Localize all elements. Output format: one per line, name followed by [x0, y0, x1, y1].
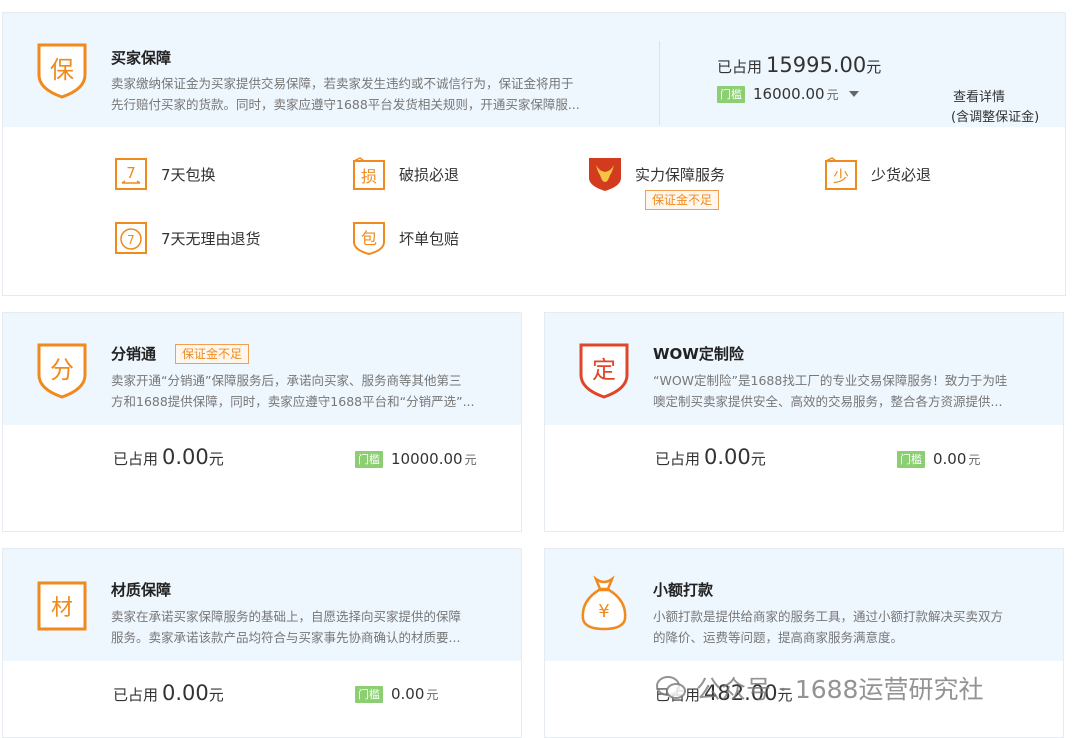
- bad-order-compensation-icon: 包: [353, 222, 385, 256]
- small-payment-card: ¥ 小额打款 小额打款是提供给商家的服务工具，通过小额打款解决买卖双方 的降价、…: [544, 548, 1064, 738]
- distribution-desc-1: 卖家开通“分销通”保障服务后，承诺向买家、服务商等其他第三: [111, 373, 462, 388]
- service-label: 破损必退: [399, 165, 460, 184]
- watermark-text: 公众号 · 1688运营研究社: [696, 675, 984, 704]
- distribution-desc-2: 方和1688提供保障，同时，卖家应遵守1688平台和“分销严选”...: [111, 394, 475, 409]
- shield-bao-icon: 保: [37, 43, 87, 99]
- strength-guarantee-icon: [589, 158, 621, 191]
- small-payment-desc-2: 的降价、运费等问题，提高商家服务满意度。: [653, 630, 904, 645]
- shield-char: 保: [50, 56, 74, 84]
- threshold-value: 0.00: [933, 450, 967, 468]
- occupied-value: 15995.00: [766, 53, 867, 77]
- threshold-unit: 元: [968, 452, 981, 467]
- occupied-label: 已占用: [113, 450, 159, 468]
- service-missing-goods-refund[interactable]: 少 少货必退: [823, 156, 931, 192]
- material-guarantee-card: 材 材质保障 卖家在承诺买家保障服务的基础上，自愿选择向买家提供的保障 服务。卖…: [2, 548, 522, 738]
- small-payment-title: 小额打款: [653, 581, 714, 599]
- threshold-unit: 元: [464, 452, 477, 467]
- missing-goods-refund-icon: 少: [825, 157, 857, 190]
- threshold-tag: 门槛: [355, 450, 383, 468]
- buyer-protection-title: 买家保障: [111, 49, 172, 67]
- distribution-title: 分销通: [111, 345, 157, 363]
- service-7-days-return[interactable]: 7 7天无理由退货: [113, 220, 261, 256]
- material-guarantee-title: 材质保障: [111, 581, 172, 599]
- watermark: 公众号 · 1688运营研究社: [656, 670, 983, 706]
- threshold-selector[interactable]: 门槛 16000.00 元: [717, 85, 859, 103]
- service-label: 7天包换: [161, 165, 216, 184]
- svg-text:损: 损: [361, 167, 377, 186]
- shield-ding-icon: 定: [579, 343, 629, 399]
- damage-refund-icon: 损: [353, 157, 385, 190]
- occupied-value: 0.00: [162, 445, 209, 469]
- buyer-protection-desc-2: 先行赔付买家的货款。同时，卖家应遵守1688平台发货相关规则，开通买家保障服..…: [111, 97, 580, 112]
- occupied-value: 0.00: [704, 445, 751, 469]
- service-7-days-exchange[interactable]: 7 7天包换: [113, 156, 216, 192]
- occupied-amount: 已占用 0.00元: [113, 681, 224, 705]
- 7-days-return-icon: 7: [115, 222, 147, 254]
- service-label: 实力保障服务: [635, 165, 726, 184]
- header-divider: [659, 41, 660, 125]
- wow-insurance-title: WOW定制险: [653, 345, 744, 363]
- shield-fen-icon: 分: [37, 343, 87, 399]
- small-payment-desc-1: 小额打款是提供给商家的服务工具，通过小额打款解决买卖双方: [653, 609, 1004, 624]
- service-damage-refund[interactable]: 损 破损必退: [351, 156, 459, 192]
- occupied-label: 已占用: [655, 450, 701, 468]
- threshold-value: 16000.00: [753, 85, 825, 103]
- wechat-icon: [656, 676, 686, 699]
- view-details-sub: (含调整保证金): [951, 110, 1040, 125]
- occupied-unit: 元: [208, 686, 224, 704]
- occupied-amount: 已占用 15995.00元: [717, 53, 881, 77]
- occupied-unit: 元: [866, 58, 882, 76]
- svg-text:定: 定: [592, 356, 616, 384]
- service-strength-guarantee[interactable]: 实力保障服务: [587, 156, 725, 192]
- occupied-unit: 元: [750, 450, 766, 468]
- buyer-protection-desc-1: 卖家缴纳保证金为买家提供交易保障，若卖家发生违约或不诚信行为，保证金将用于: [111, 76, 574, 91]
- occupied-label: 已占用: [113, 686, 159, 704]
- caret-down-icon[interactable]: [848, 91, 859, 97]
- threshold-value: 0.00: [391, 685, 425, 703]
- service-label: 7天无理由退货: [161, 229, 261, 248]
- view-details-link[interactable]: 查看详情: [953, 86, 1005, 105]
- material-guarantee-desc-2: 服务。卖家承诺该款产品均符合与买家事先协商确认的材质要...: [111, 630, 461, 645]
- deposit-insufficient-badge: 保证金不足: [175, 344, 250, 364]
- svg-text:材: 材: [51, 596, 73, 621]
- threshold-info: 门槛 0.00 元: [897, 450, 980, 468]
- service-label: 少货必退: [871, 165, 932, 184]
- service-bad-order-compensation[interactable]: 包 坏单包赔: [351, 220, 459, 256]
- material-guarantee-desc-1: 卖家在承诺买家保障服务的基础上，自愿选择向买家提供的保障: [111, 609, 462, 624]
- 7-days-exchange-icon: 7: [115, 158, 147, 190]
- occupied-value: 0.00: [162, 681, 209, 705]
- threshold-unit: 元: [426, 687, 439, 702]
- threshold-info: 门槛 10000.00 元: [355, 450, 477, 468]
- square-cai-icon: 材: [37, 581, 87, 631]
- threshold-info: 门槛 0.00 元: [355, 685, 438, 703]
- wow-insurance-desc-1: “WOW定制险”是1688找工厂的专业交易保障服务！致力于为哇: [653, 373, 1008, 388]
- service-label: 坏单包赔: [399, 229, 460, 248]
- occupied-label: 已占用: [717, 58, 763, 76]
- buyer-protection-card: 保 买家保障 卖家缴纳保证金为买家提供交易保障，若卖家发生违约或不诚信行为，保证…: [2, 12, 1066, 296]
- occupied-amount: 已占用 0.00元: [113, 445, 224, 469]
- threshold-tag: 门槛: [897, 450, 925, 468]
- wow-insurance-desc-2: 噢定制买卖家提供安全、高效的交易服务，整合各方资源提供...: [653, 394, 1003, 409]
- occupied-unit: 元: [208, 450, 224, 468]
- threshold-tag: 门槛: [355, 685, 383, 703]
- wow-insurance-card: 定 WOW定制险 “WOW定制险”是1688找工厂的专业交易保障服务！致力于为哇…: [544, 312, 1064, 532]
- threshold-value: 10000.00: [391, 450, 463, 468]
- distribution-card: 分 分销通 保证金不足 卖家开通“分销通”保障服务后，承诺向买家、服务商等其他第…: [2, 312, 522, 532]
- threshold-tag: 门槛: [717, 85, 745, 103]
- money-bag-icon: ¥: [581, 575, 627, 631]
- svg-text:7: 7: [127, 233, 135, 247]
- svg-text:少: 少: [833, 167, 849, 186]
- threshold-unit: 元: [826, 87, 839, 102]
- svg-text:包: 包: [361, 229, 377, 248]
- svg-text:分: 分: [50, 356, 74, 384]
- occupied-amount: 已占用 0.00元: [655, 445, 766, 469]
- deposit-insufficient-badge: 保证金不足: [645, 190, 720, 210]
- svg-text:7: 7: [126, 164, 136, 182]
- svg-text:¥: ¥: [598, 601, 609, 622]
